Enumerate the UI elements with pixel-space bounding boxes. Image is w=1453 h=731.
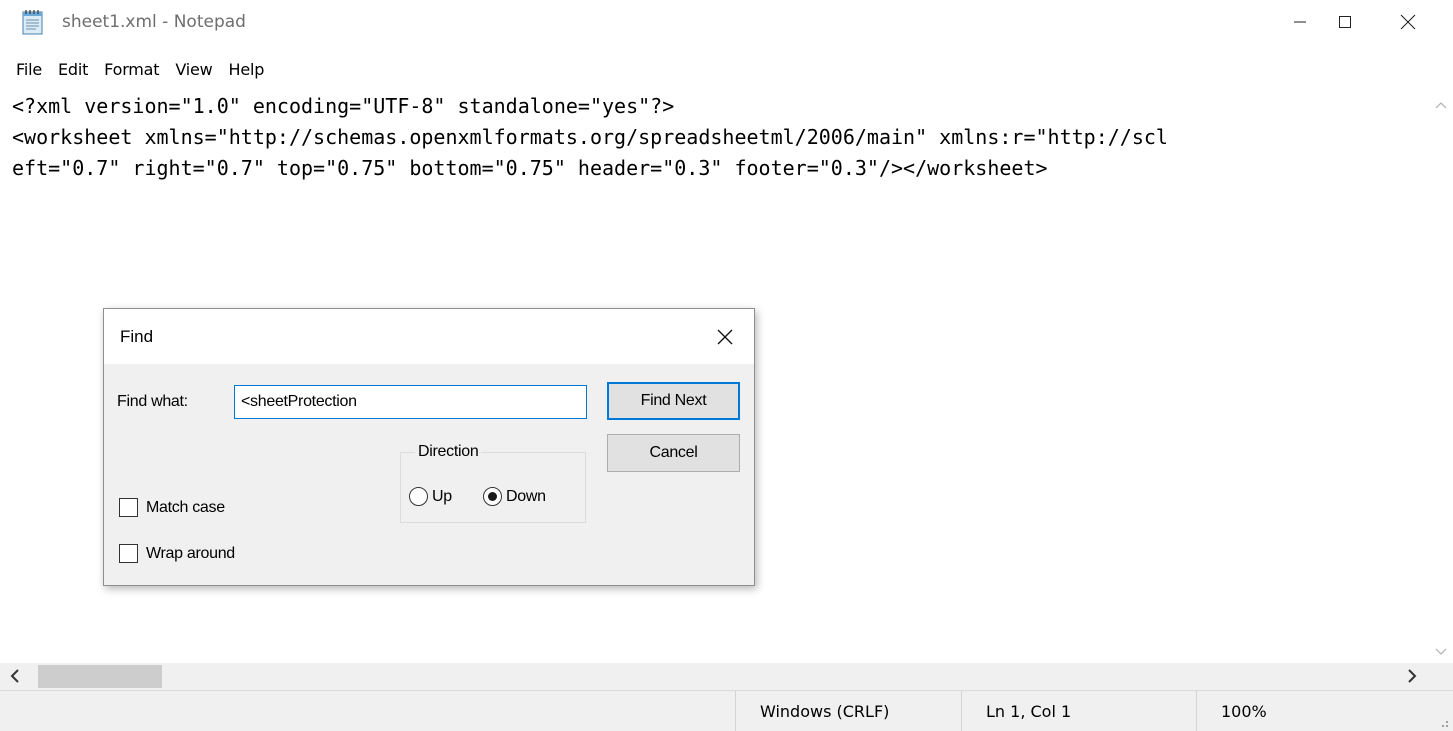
maximize-button[interactable] [1315, 0, 1375, 44]
close-icon [717, 329, 733, 345]
menu-bar: File Edit Format View Help [0, 54, 272, 84]
direction-label: Direction [415, 443, 482, 461]
menu-view[interactable]: View [167, 56, 220, 83]
match-case-label[interactable]: Match case [146, 499, 225, 517]
scrollbar-corner [1430, 663, 1453, 690]
status-line-ending: Windows (CRLF) [735, 691, 961, 731]
status-cursor-position: Ln 1, Col 1 [961, 691, 1196, 731]
horizontal-scroll-thumb[interactable] [38, 665, 162, 688]
editor-line: eft="0.7" right="0.7" top="0.75" bottom=… [12, 156, 1048, 180]
editor-line: <worksheet xmlns="http://schemas.openxml… [12, 125, 1168, 149]
resize-grip-icon[interactable] [1437, 715, 1449, 727]
title-bar: sheet1.xml - Notepad [0, 0, 1453, 44]
notepad-icon [22, 9, 44, 35]
radio-selected-dot [488, 492, 497, 501]
scroll-down-icon[interactable] [1435, 643, 1447, 661]
find-dialog-close-button[interactable] [700, 319, 750, 355]
maximize-icon [1339, 16, 1351, 28]
editor-line: <?xml version="1.0" encoding="UTF-8" sta… [12, 94, 675, 118]
wrap-around-checkbox[interactable] [119, 544, 138, 563]
direction-up-radio[interactable] [409, 487, 428, 506]
menu-help[interactable]: Help [221, 56, 273, 83]
scroll-right-icon[interactable] [1407, 668, 1417, 689]
wrap-around-label[interactable]: Wrap around [146, 545, 235, 563]
status-bar: Windows (CRLF) Ln 1, Col 1 100% [0, 690, 1453, 731]
horizontal-scrollbar[interactable] [0, 663, 1430, 690]
close-icon [1400, 14, 1416, 30]
find-next-button[interactable]: Find Next [607, 382, 740, 420]
direction-down-radio[interactable] [483, 487, 502, 506]
vertical-scrollbar[interactable] [1430, 86, 1453, 663]
menu-format[interactable]: Format [96, 56, 167, 83]
direction-down-label[interactable]: Down [506, 488, 546, 506]
find-what-label: Find what: [117, 393, 188, 410]
status-zoom: 100% [1196, 691, 1432, 731]
match-case-checkbox[interactable] [119, 498, 138, 517]
find-what-input[interactable]: <sheetProtection [234, 385, 587, 419]
window-title: sheet1.xml - Notepad [62, 12, 246, 32]
close-window-button[interactable] [1378, 0, 1438, 44]
find-dialog-title: Find [120, 327, 154, 346]
find-dialog: Find Find what: <sheetProtection Find Ne… [103, 308, 755, 586]
direction-up-label[interactable]: Up [432, 488, 452, 506]
menu-file[interactable]: File [8, 56, 50, 83]
cancel-button[interactable]: Cancel [607, 434, 740, 472]
menu-edit[interactable]: Edit [50, 56, 96, 83]
scroll-left-icon[interactable] [10, 668, 20, 689]
scroll-up-icon[interactable] [1435, 96, 1447, 114]
minimize-icon [1294, 21, 1306, 23]
find-dialog-titlebar[interactable]: Find [104, 309, 754, 364]
